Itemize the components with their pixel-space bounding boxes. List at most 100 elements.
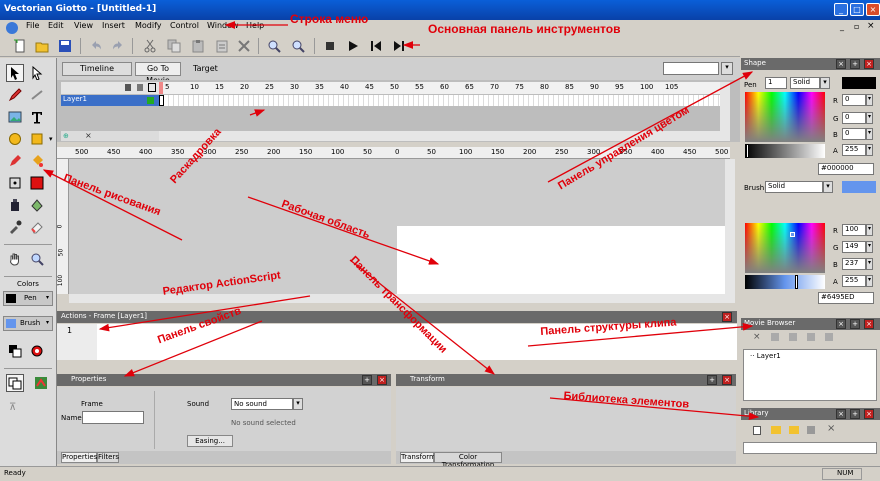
pencil-tool-icon[interactable] (6, 86, 24, 104)
stepper-icon[interactable]: ▾ (866, 258, 873, 270)
chevron-down-icon[interactable]: ▾ (820, 77, 830, 89)
arrow-tool-icon[interactable] (6, 64, 24, 82)
mdi-restore-icon[interactable]: ▫ (854, 22, 859, 31)
new-symbol-icon[interactable] (753, 426, 761, 435)
close-button[interactable]: × (866, 3, 880, 16)
brush-color-selector[interactable]: Brush ▾ (3, 316, 53, 331)
pen-width-input[interactable]: 1 (765, 77, 787, 89)
stepper-icon[interactable]: ▾ (866, 224, 873, 236)
cut-icon[interactable] (142, 38, 158, 54)
menu-help[interactable]: Help (246, 21, 264, 30)
line-tool-icon[interactable] (28, 86, 46, 104)
smooth-icon[interactable] (32, 374, 50, 392)
close-small-icon[interactable]: × (836, 319, 846, 329)
menu-file[interactable]: File (26, 21, 39, 30)
pin-icon[interactable]: + (707, 375, 717, 385)
swap-colors-icon[interactable] (6, 342, 24, 360)
new-folder-icon[interactable] (771, 426, 781, 434)
stepper-icon[interactable]: ▾ (866, 94, 873, 106)
copy-icon[interactable] (166, 38, 182, 54)
easing-button[interactable]: Easing... (187, 435, 233, 447)
pen-brightness-slider[interactable] (746, 144, 749, 158)
free-transform-icon[interactable] (6, 174, 24, 192)
pen-brightness-bar[interactable] (745, 144, 825, 158)
copy-icon[interactable] (771, 333, 779, 341)
brush-color-swatch[interactable] (842, 181, 876, 193)
rectangle-options-icon[interactable]: ▾ (49, 135, 53, 143)
snap-to-objects-icon[interactable] (6, 374, 24, 392)
delete-icon[interactable]: × (753, 332, 761, 342)
maximize-button[interactable]: □ (850, 3, 864, 16)
brush-hex-input[interactable]: #6495ED (818, 292, 874, 304)
outline-icon[interactable] (148, 83, 156, 92)
redo-icon[interactable] (110, 38, 126, 54)
pen-color-spectrum[interactable] (745, 92, 825, 142)
stepper-icon[interactable]: ▾ (866, 144, 873, 156)
zoom-tool-icon[interactable] (28, 250, 46, 268)
lock-icon[interactable] (137, 84, 143, 91)
pen-b-input[interactable]: 0 (842, 128, 866, 140)
stepper-icon[interactable]: ▾ (866, 112, 873, 124)
paint-bucket-icon[interactable] (28, 152, 46, 170)
tab-color-transformation[interactable]: Color Transformation (434, 452, 502, 469)
brush-g-input[interactable]: 149 (842, 241, 866, 253)
pin-icon[interactable]: + (850, 319, 860, 329)
chevron-down-icon[interactable]: ▾ (721, 62, 733, 75)
pen-hex-input[interactable]: #000000 (818, 163, 874, 175)
properties-icon[interactable] (807, 426, 815, 434)
frame-name-input[interactable] (82, 411, 144, 424)
menu-window[interactable]: Window (207, 21, 239, 30)
close-icon[interactable]: × (722, 375, 732, 385)
text-tool-icon[interactable] (28, 108, 46, 126)
pin-icon[interactable]: + (362, 375, 372, 385)
oval-tool-icon[interactable] (6, 130, 24, 148)
menu-insert[interactable]: Insert (102, 21, 125, 30)
pen-r-input[interactable]: 0 (842, 94, 866, 106)
paste-icon[interactable] (789, 333, 797, 341)
layer-frames[interactable] (159, 95, 720, 106)
brush-color-spectrum[interactable] (745, 223, 825, 273)
paste-special-icon[interactable] (214, 38, 230, 54)
save-icon[interactable] (57, 38, 73, 54)
pin-icon[interactable]: + (850, 59, 860, 69)
close-icon[interactable]: × (377, 375, 387, 385)
mdi-close-icon[interactable]: × (867, 21, 875, 31)
rewind-icon[interactable] (368, 38, 384, 54)
color-picker-cursor[interactable] (790, 232, 795, 237)
close-small-icon[interactable]: × (836, 59, 846, 69)
work-vscrollbar[interactable] (725, 159, 735, 294)
mdi-minimize-icon[interactable]: _ (840, 22, 844, 31)
delete-icon[interactable] (236, 38, 252, 54)
chevron-down-icon[interactable]: ▾ (293, 398, 303, 410)
ink-bottle-icon[interactable] (6, 196, 24, 214)
new-file-icon[interactable] (12, 38, 28, 54)
menu-modify[interactable]: Modify (135, 21, 162, 30)
pen-color-selector[interactable]: Pen ▾ (3, 291, 53, 306)
brush-brightness-slider[interactable] (795, 275, 798, 289)
subselect-tool-icon[interactable] (28, 64, 46, 82)
menu-view[interactable]: View (74, 21, 93, 30)
tab-filters[interactable]: Filters (97, 452, 119, 463)
fill-transform-icon[interactable] (28, 174, 46, 192)
straighten-icon[interactable]: ⊼ (9, 402, 16, 413)
chevron-down-icon[interactable]: ▾ (823, 181, 833, 193)
pen-g-input[interactable]: 0 (842, 112, 866, 124)
eyedropper-icon[interactable] (6, 218, 24, 236)
brush-brightness-bar[interactable] (745, 275, 825, 289)
zoom-out-icon[interactable] (290, 38, 306, 54)
move-up-icon[interactable] (807, 333, 815, 341)
stage-canvas[interactable] (397, 226, 725, 294)
tab-transform[interactable]: Transform (400, 452, 436, 463)
brush-a-input[interactable]: 255 (842, 275, 866, 287)
pen-a-input[interactable]: 255 (842, 144, 866, 156)
minimize-button[interactable]: _ (834, 3, 848, 16)
folder-icon[interactable] (789, 426, 799, 434)
move-down-icon[interactable] (825, 333, 833, 341)
pin-icon[interactable]: + (850, 409, 860, 419)
open-folder-icon[interactable] (34, 38, 50, 54)
brush-r-input[interactable]: 100 (842, 224, 866, 236)
image-tool-icon[interactable] (6, 108, 24, 126)
play-icon[interactable] (345, 38, 361, 54)
zoom-in-icon[interactable] (266, 38, 282, 54)
target-dropdown[interactable] (663, 62, 719, 75)
